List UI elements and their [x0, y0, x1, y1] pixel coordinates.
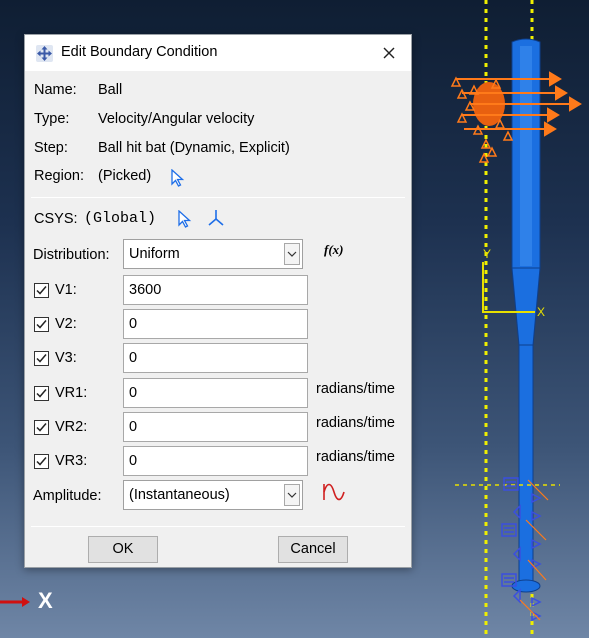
check-icon	[36, 320, 47, 329]
cancel-button[interactable]: Cancel	[278, 536, 348, 563]
vr1-value: 0	[129, 385, 138, 401]
ok-button[interactable]: OK	[88, 536, 158, 563]
v1-value: 3600	[129, 282, 162, 298]
step-value: Ball hit bat (Dynamic, Explicit)	[98, 140, 290, 156]
x-axis-label: X	[38, 588, 53, 613]
vr3-checkbox[interactable]	[34, 454, 49, 469]
move-icon	[36, 45, 53, 62]
amplitude-select[interactable]: (Instantaneous)	[123, 480, 303, 510]
type-label: Type:	[34, 111, 70, 127]
vr3-value: 0	[129, 453, 138, 469]
chevron-down-icon	[284, 243, 300, 265]
vr3-label: VR3:	[55, 453, 88, 469]
name-value: Ball	[98, 82, 123, 98]
region-value: (Picked)	[98, 168, 152, 184]
vr3-input[interactable]: 0	[123, 446, 308, 476]
v1-label: V1:	[55, 282, 77, 298]
dialog-title: Edit Boundary Condition	[61, 44, 218, 60]
vr1-checkbox[interactable]	[34, 386, 49, 401]
distribution-label: Distribution:	[33, 247, 110, 263]
v3-checkbox[interactable]	[34, 351, 49, 366]
csys-y-label: Y	[483, 247, 491, 261]
vr1-input[interactable]: 0	[123, 378, 308, 408]
v2-label: V2:	[55, 316, 77, 332]
create-csys-icon[interactable]	[206, 208, 226, 228]
csys-value: (Global)	[84, 210, 157, 227]
divider-top	[31, 197, 405, 198]
vr3-unit: radians/time	[316, 449, 395, 465]
edit-boundary-condition-dialog: Edit Boundary Condition Name: Ball Type:…	[24, 34, 412, 568]
chevron-down-icon	[284, 484, 300, 506]
vr2-value: 0	[129, 419, 138, 435]
csys-x-label: X	[537, 305, 545, 319]
amplitude-label: Amplitude:	[33, 488, 102, 504]
type-value: Velocity/Angular velocity	[98, 111, 255, 127]
vr2-unit: radians/time	[316, 415, 395, 431]
pick-region-icon[interactable]	[171, 169, 185, 187]
dialog-titlebar[interactable]: Edit Boundary Condition	[25, 35, 411, 71]
amplitude-value: (Instantaneous)	[129, 487, 230, 503]
v3-value: 0	[129, 350, 138, 366]
check-icon	[36, 354, 47, 363]
v3-label: V3:	[55, 350, 77, 366]
region-label: Region:	[34, 168, 84, 184]
check-icon	[36, 389, 47, 398]
check-icon	[36, 423, 47, 432]
create-amplitude-icon[interactable]	[322, 482, 346, 502]
v2-checkbox[interactable]	[34, 317, 49, 332]
vr1-label: VR1:	[55, 385, 88, 401]
step-label: Step:	[34, 140, 68, 156]
check-icon	[36, 457, 47, 466]
vr2-checkbox[interactable]	[34, 420, 49, 435]
distribution-select[interactable]: Uniform	[123, 239, 303, 269]
vr2-label: VR2:	[55, 419, 88, 435]
pick-csys-icon[interactable]	[178, 210, 192, 228]
close-button[interactable]	[367, 35, 411, 71]
vr2-input[interactable]: 0	[123, 412, 308, 442]
divider-bottom	[31, 526, 405, 527]
v1-checkbox[interactable]	[34, 283, 49, 298]
csys-label: CSYS:	[34, 211, 78, 227]
distribution-value: Uniform	[129, 246, 180, 262]
v3-input[interactable]: 0	[123, 343, 308, 373]
check-icon	[36, 286, 47, 295]
close-icon	[383, 47, 395, 59]
vr1-unit: radians/time	[316, 381, 395, 397]
create-analytical-field-button[interactable]: f(x)	[324, 242, 344, 258]
v2-value: 0	[129, 316, 138, 332]
v2-input[interactable]: 0	[123, 309, 308, 339]
global-axis-triad	[0, 597, 30, 607]
v1-input[interactable]: 3600	[123, 275, 308, 305]
fixed-boundary-markers	[455, 477, 560, 622]
name-label: Name:	[34, 82, 77, 98]
